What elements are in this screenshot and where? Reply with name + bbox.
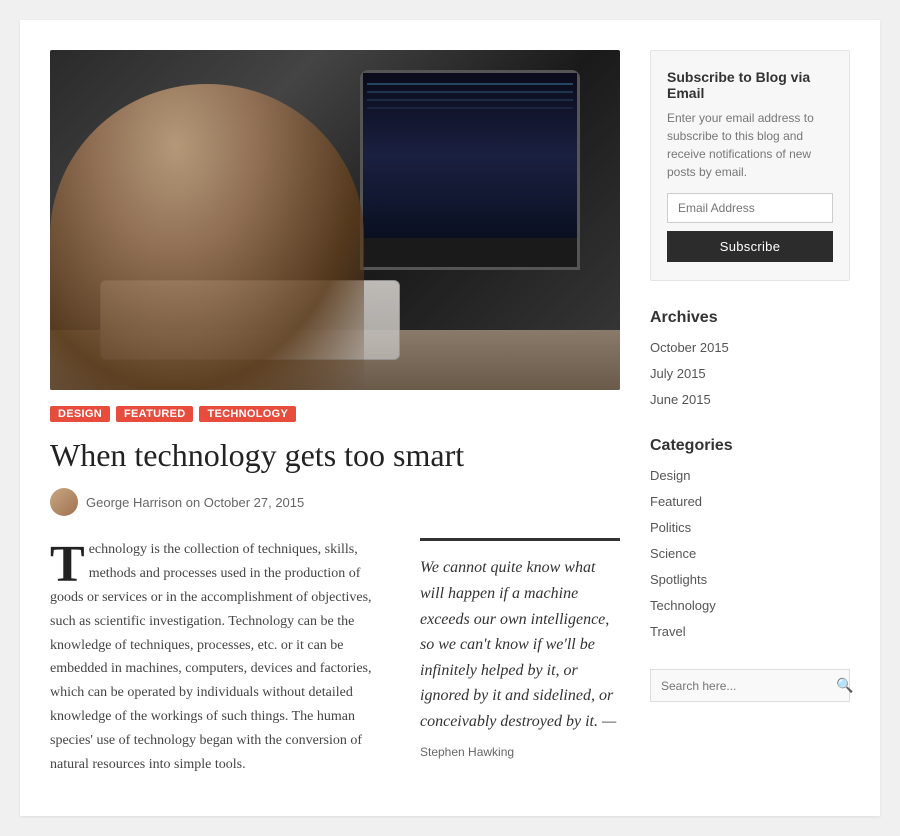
blockquote-box: We cannot quite know what will happen if… — [420, 538, 620, 758]
hero-monitor-screen — [363, 73, 577, 238]
archive-link-june[interactable]: June 2015 — [650, 392, 711, 407]
archive-link-july[interactable]: July 2015 — [650, 366, 706, 381]
archive-item-october: October 2015 — [650, 339, 850, 357]
category-link-travel[interactable]: Travel — [650, 624, 686, 639]
page-wrapper: Design Featured Technology When technolo… — [20, 20, 880, 816]
archive-link-october[interactable]: October 2015 — [650, 340, 729, 355]
categories-widget: Categories Design Featured Politics Scie… — [650, 437, 850, 641]
main-content: Design Featured Technology When technolo… — [50, 50, 620, 776]
search-button[interactable]: 🔍 — [826, 670, 863, 701]
subscribe-widget: Subscribe to Blog via Email Enter your e… — [650, 50, 850, 281]
category-link-featured[interactable]: Featured — [650, 494, 702, 509]
search-input[interactable] — [651, 672, 826, 700]
author-avatar — [50, 488, 78, 516]
category-item-design: Design — [650, 467, 850, 485]
archives-widget: Archives October 2015 July 2015 June 201… — [650, 309, 850, 409]
article-left-column: Technology is the collection of techniqu… — [50, 538, 396, 776]
search-box: 🔍 — [650, 669, 850, 702]
category-link-design[interactable]: Design — [650, 468, 690, 483]
sidebar: Subscribe to Blog via Email Enter your e… — [650, 50, 850, 776]
category-item-technology: Technology — [650, 597, 850, 615]
category-link-politics[interactable]: Politics — [650, 520, 691, 535]
archives-title: Archives — [650, 309, 850, 327]
email-input[interactable] — [667, 193, 833, 223]
subscribe-title: Subscribe to Blog via Email — [667, 69, 833, 101]
author-row: George Harrison on October 27, 2015 — [50, 488, 620, 516]
archive-item-july: July 2015 — [650, 365, 850, 383]
category-link-spotlights[interactable]: Spotlights — [650, 572, 707, 587]
search-icon: 🔍 — [836, 677, 853, 693]
drop-cap: T — [50, 544, 85, 586]
article-body: Technology is the collection of techniqu… — [50, 538, 620, 776]
author-text: George Harrison on October 27, 2015 — [86, 495, 304, 510]
tag-technology[interactable]: Technology — [199, 406, 296, 422]
category-list: Design Featured Politics Science Spotlig… — [650, 467, 850, 641]
category-item-politics: Politics — [650, 519, 850, 537]
tag-featured[interactable]: Featured — [116, 406, 193, 422]
subscribe-description: Enter your email address to subscribe to… — [667, 109, 833, 181]
category-link-technology[interactable]: Technology — [650, 598, 716, 613]
archive-list: October 2015 July 2015 June 2015 — [650, 339, 850, 409]
hero-person — [50, 84, 364, 390]
category-item-travel: Travel — [650, 623, 850, 641]
archive-item-june: June 2015 — [650, 391, 850, 409]
article-tags: Design Featured Technology — [50, 406, 620, 422]
subscribe-button[interactable]: Subscribe — [667, 231, 833, 262]
tag-design[interactable]: Design — [50, 406, 110, 422]
article-right-column: We cannot quite know what will happen if… — [420, 538, 620, 776]
hero-image — [50, 50, 620, 390]
hero-monitor — [360, 70, 580, 270]
category-item-spotlights: Spotlights — [650, 571, 850, 589]
category-link-science[interactable]: Science — [650, 546, 696, 561]
category-item-featured: Featured — [650, 493, 850, 511]
categories-title: Categories — [650, 437, 850, 455]
article-title: When technology gets too smart — [50, 436, 620, 474]
blockquote-author: Stephen Hawking — [420, 745, 620, 759]
blockquote-text: We cannot quite know what will happen if… — [420, 555, 620, 734]
article-body-text: Technology is the collection of techniqu… — [50, 538, 396, 776]
category-item-science: Science — [650, 545, 850, 563]
